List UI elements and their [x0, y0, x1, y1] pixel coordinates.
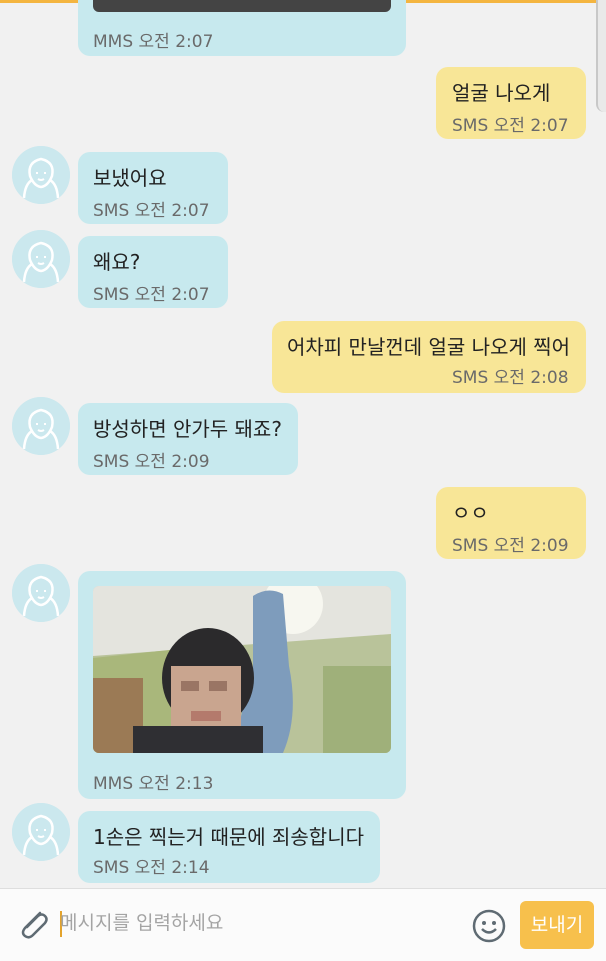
message-text: 방성하면 안가두 돼죠? [93, 417, 282, 441]
message-text: 어차피 만날껀데 얼굴 나오게 찍어 [287, 335, 571, 359]
person-avatar-icon [12, 146, 70, 204]
person-avatar-icon [12, 397, 70, 455]
message-meta: SMS 오전 2:08 [452, 368, 569, 388]
avatar[interactable] [12, 230, 70, 288]
person-avatar-icon [12, 564, 70, 622]
message-meta: SMS 오전 2:07 [93, 285, 210, 305]
mms-photo[interactable] [93, 586, 391, 753]
avatar[interactable] [12, 564, 70, 622]
message-text: 보냈어요 [93, 166, 167, 190]
smiley-icon[interactable] [470, 907, 508, 945]
message-meta: MMS 오전 2:13 [93, 774, 214, 794]
message-meta: SMS 오전 2:14 [93, 858, 210, 878]
scroll-edge[interactable] [596, 0, 606, 112]
person-avatar-icon [12, 230, 70, 288]
message-meta: SMS 오전 2:07 [93, 201, 210, 221]
message-meta: SMS 오전 2:09 [452, 536, 569, 556]
send-button[interactable]: 보내기 [520, 901, 594, 949]
message-text: ㅇㅇ [452, 501, 489, 525]
avatar[interactable] [12, 803, 70, 861]
avatar[interactable] [12, 146, 70, 204]
message-text: 얼굴 나오게 [452, 81, 551, 105]
message-text: 1손은 찍는거 때문에 죄송합니다 [93, 825, 364, 849]
message-input[interactable]: 메시지를 입력하세요 [60, 903, 450, 943]
paperclip-icon[interactable] [14, 905, 52, 943]
message-meta: SMS 오전 2:09 [93, 452, 210, 472]
mms-image-partial[interactable] [93, 0, 391, 12]
message-meta: MMS 오전 2:07 [93, 32, 214, 52]
message-text: 왜요? [93, 250, 141, 274]
message-composer: 메시지를 입력하세요 보내기 [0, 888, 606, 961]
avatar[interactable] [12, 397, 70, 455]
person-avatar-icon [12, 803, 70, 861]
message-meta: SMS 오전 2:07 [452, 116, 569, 136]
